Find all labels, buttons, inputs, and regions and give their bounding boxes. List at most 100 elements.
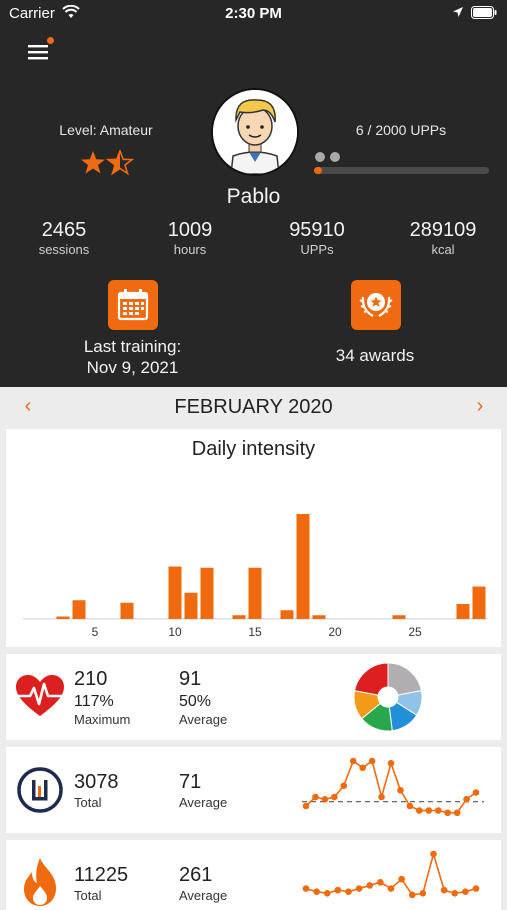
stat-kcal: 289109 kcal [388,218,498,258]
bar-day-7 [120,602,134,619]
kcal-sparkline [302,850,480,899]
status-bar: Carrier 2:30 PM [0,0,507,28]
sparkline-point [463,795,470,803]
sparkline-point [321,795,329,803]
stat-hours: 1009 hours [135,218,245,258]
sparkline-point [440,886,448,894]
month-title: FEBRUARY 2020 [174,396,333,418]
sparkline-point [378,793,385,801]
star-full-icon [81,151,105,174]
sparkline-point [368,757,376,765]
awards-button[interactable] [351,280,401,330]
bar-day-3 [56,616,70,619]
kcal-total-label: Total [74,888,102,903]
upp-total-label: Total [74,795,102,810]
sparkline-point [355,885,363,892]
clock: 2:30 PM [225,5,282,22]
last-training: Last training: Nov 9, 2021 [60,336,205,378]
awards-count: 34 awards [335,346,415,365]
zone-slice-0 [387,662,422,696]
avatar[interactable] [211,88,299,176]
flame-icon [24,858,56,906]
location-arrow-icon [453,7,463,17]
sparkline-point [387,885,395,892]
month-navigator: ‹ FEBRUARY 2020 › [0,387,507,427]
level-label: Level: Amateur [59,122,153,138]
rating-stars [81,150,134,176]
battery-icon [471,6,497,19]
upp-card[interactable]: 3078 Total 71 Average [6,747,501,833]
sparkline-point [302,885,310,892]
stat-value: 1009 [167,219,213,241]
progress-dot [315,152,325,162]
daily-intensity-card: Daily intensity 5 10 15 20 25 [6,429,501,647]
stat-value: 95910 [289,219,345,241]
sparkline-line [305,759,477,814]
sparkline-point [462,888,469,896]
stat-value: 2465 [41,219,87,241]
bar-day-24 [392,615,406,619]
sparkline-point [434,807,442,814]
sparkline-point [313,888,320,896]
sparkline-point [472,789,480,796]
heart-rate-card[interactable]: 210 117% Maximum 91 50% Average [6,654,501,740]
bar-day-4 [72,600,86,619]
sparkline-point [430,850,437,858]
stat-label: hours [173,242,207,257]
heart-avg-value: 91 [179,668,202,690]
kcal-avg-value: 261 [179,864,213,886]
bar-day-15 [248,567,262,619]
bar-day-29 [472,586,486,619]
heart-max-percent: 117% [74,693,114,710]
heart-zones-donut [353,662,423,732]
next-month-button[interactable]: › [470,395,490,418]
upp-total-value: 3078 [74,771,119,793]
bar-day-17 [280,610,294,619]
sparkline-point [398,875,405,883]
upps-progress-fill [314,167,322,174]
bar-day-11 [184,592,198,619]
upp-gauge-icon [17,767,63,813]
sparkline-point [377,878,384,886]
upp-avg-value: 71 [179,771,202,793]
sparkline-point [444,809,451,817]
upp-sparkline [302,757,484,817]
sparkline-point [359,764,366,772]
sparkline-point [334,886,342,894]
award-laurel-icon [359,293,393,317]
x-tick-label: 25 [408,625,422,639]
sparkline-point [349,757,357,765]
notification-dot [47,37,54,44]
bar-day-10 [168,566,182,619]
menu-icon[interactable] [28,43,50,61]
sparkline-point [472,885,480,892]
profile-header: Carrier 2:30 PM Level: Amateur Pablo 6 /… [0,0,507,387]
heart-avg-percent: 50% [179,693,212,710]
upps-progress-label: 6 / 2000 UPPs [355,122,447,138]
sparkline-point [419,889,427,897]
sparkline-point [408,891,416,899]
sparkline-point [331,793,338,801]
kcal-avg-label: Average [179,888,228,903]
x-tick-label: 5 [92,625,99,639]
sparkline-point [453,809,461,817]
x-tick-label: 15 [248,625,262,639]
heart-avg-label: Average [179,712,228,727]
sparkline-point [416,807,423,814]
sparkline-point [323,889,331,897]
stat-label: kcal [431,242,455,257]
bar-day-28 [456,604,470,619]
last-training-date: Nov 9, 2021 [86,358,179,377]
sparkline-point [312,793,319,801]
calendar-button[interactable] [108,280,158,330]
user-name: Pablo [226,185,281,208]
upp-avg-label: Average [179,795,228,810]
x-tick-label: 10 [168,625,182,639]
stat-value: 289109 [409,219,477,241]
heart-max-value: 210 [74,668,108,690]
bar-day-14 [232,615,246,619]
bar-day-19 [312,615,326,619]
sparkline-point [340,782,348,790]
stat-upps: 95910 UPPs [262,218,372,258]
stat-label: UPPs [300,242,334,257]
